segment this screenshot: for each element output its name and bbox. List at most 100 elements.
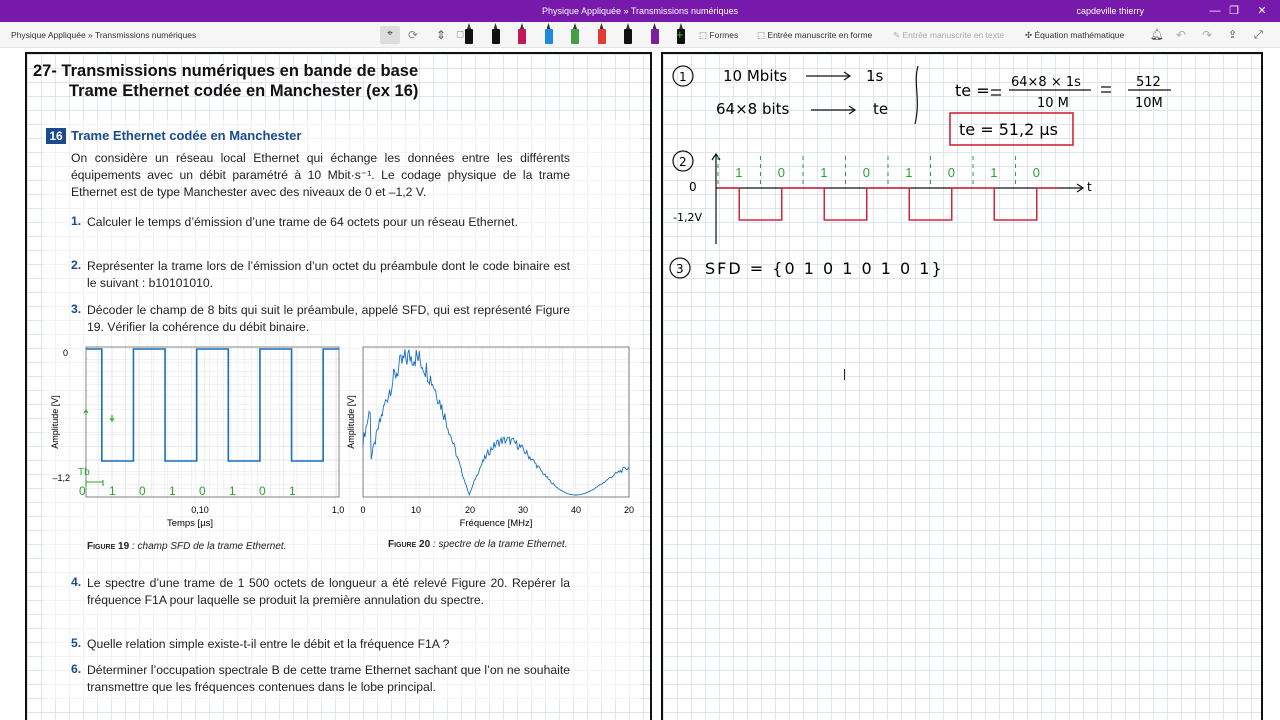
breadcrumb[interactable]: Physique Appliquée » Transmissions numér…: [11, 30, 196, 40]
minimize-button[interactable]: —: [1205, 2, 1225, 20]
bell-icon[interactable]: 🔔︎: [1150, 27, 1164, 43]
shapes-label: Formes: [709, 30, 739, 40]
q2-bit-label: 0: [948, 165, 955, 180]
exercise-heading: 27- Transmissions numériques en bande de…: [33, 62, 419, 80]
q1-result: te = 51,2 µs: [959, 120, 1058, 139]
share-icon[interactable]: ⇪: [1228, 27, 1237, 43]
q2-number: 2: [679, 155, 687, 169]
fig19-plot-area: [85, 346, 340, 498]
q1-number: 1: [679, 70, 687, 84]
question-number: 5.: [71, 636, 82, 650]
shapes-button[interactable]: ⬚ Formes: [699, 27, 738, 43]
q1-eq-lhs: te =: [955, 81, 990, 100]
q1-line2-left: 64×8 bits: [716, 100, 790, 118]
fig19-x-tick: 1,0: [332, 505, 345, 515]
question-number: 6.: [71, 662, 82, 676]
fig20-caption: Figure 20 : spectre de la trame Ethernet…: [388, 539, 567, 550]
q1-frac1-num: 64×8 × 1s: [1011, 75, 1081, 90]
fig20-plot-area: [362, 346, 630, 498]
fig19-caption: Figure 19 : champ SFD de la trame Ethern…: [87, 541, 286, 552]
pen-1-icon[interactable]: [464, 23, 474, 45]
handwritten-notes[interactable]: 1 2 3 10 Mbits 1s 64×8 bits te te = 64×8…: [663, 54, 1261, 354]
exercise-intro: On considère un réseau local Ethernet qu…: [71, 151, 570, 199]
question-text: Déterminer l’occupation spectrale B de c…: [87, 663, 570, 694]
q2-bit-label: 1: [735, 165, 742, 180]
expand-icon[interactable]: ⤢: [1254, 27, 1263, 43]
select-tool-icon[interactable]: ⌖: [380, 26, 400, 44]
q2-level-zero: 0: [689, 180, 697, 194]
question-text: Le spectre d’une trame de 1 500 octets d…: [87, 576, 570, 607]
question-number: 1.: [71, 214, 82, 228]
fig19-bits-annotation: 0 1 0 1 0 1 0 1: [79, 484, 306, 498]
figures: Amplitude [V] 0 –1,2 0,10 1,0 Temps [µs]…: [50, 346, 634, 529]
q2-bit-label: 1: [990, 165, 997, 180]
question-text: Décoder le champ de 8 bits qui suit le p…: [87, 303, 570, 334]
fig20-y-axis-label: Amplitude [V]: [346, 395, 356, 449]
ink-shape-icon: ⬚: [757, 30, 768, 40]
fig19-x-tick: 0,10: [191, 505, 209, 515]
fig19-tb-annotation: Tb: [78, 467, 90, 478]
fig19-y-axis-label: Amplitude [V]: [50, 395, 60, 449]
pen-3-icon[interactable]: [517, 23, 527, 45]
question-text: Représenter la trame lors de l’émission …: [87, 259, 570, 290]
maximize-button[interactable]: ❐: [1224, 2, 1244, 20]
fig20-x-tick: 30: [518, 505, 528, 515]
user-name[interactable]: capdeville thierry: [1076, 6, 1144, 16]
pen-8-icon[interactable]: [650, 23, 660, 45]
text-cursor: [844, 369, 845, 380]
q1-frac2-num: 512: [1136, 75, 1161, 90]
title-bar: Physique Appliquée » Transmissions numér…: [0, 0, 1280, 22]
question-text: Calculer le temps d’émission d’une trame…: [87, 215, 518, 229]
pen-4-icon[interactable]: [544, 23, 554, 45]
close-button[interactable]: ✕: [1252, 2, 1272, 20]
question-number: 4.: [71, 575, 82, 589]
fig20-x-axis-label: Fréquence [MHz]: [460, 518, 533, 529]
q1-line2-right: te: [873, 100, 888, 118]
question-number: 3.: [71, 302, 82, 316]
fig20-caption-text: : spectre de la trame Ethernet.: [430, 539, 568, 550]
q2-bit-label: 0: [778, 165, 785, 180]
question-text: Quelle relation simple existe-t-il entre…: [87, 637, 450, 651]
add-pen-icon[interactable]: +: [676, 27, 684, 43]
q2-bit-label: 1: [905, 165, 912, 180]
fig19-y-tick: 0: [63, 348, 68, 358]
q1-line1-left: 10 Mbits: [723, 67, 787, 85]
draw-toolbar: Physique Appliquée » Transmissions numér…: [0, 22, 1280, 48]
question-number: 2.: [71, 258, 82, 272]
exercise-title: Trame Ethernet codée en Manchester: [71, 128, 302, 143]
fig19-caption-text: : champ SFD de la trame Ethernet.: [129, 541, 287, 552]
pen-7-icon[interactable]: [623, 23, 633, 45]
exercise-number-badge: 16: [46, 128, 66, 144]
equation-label: Équation mathématique: [1034, 30, 1125, 40]
q2-bit-label: 1: [820, 165, 827, 180]
fig20-x-tick: 20: [624, 505, 634, 515]
pen-5-icon[interactable]: [570, 23, 580, 45]
q2-bit-labels: 1 0 1 0 1 0 1 0: [717, 156, 1040, 184]
fig20-x-tick: 20: [465, 505, 475, 515]
q2-level-low: -1,2V: [673, 211, 702, 224]
lasso-icon[interactable]: ⟳: [408, 27, 418, 43]
redo-icon[interactable]: ↷: [1202, 27, 1212, 43]
pen-6-icon[interactable]: [597, 23, 607, 45]
q3-sfd-decode: SFD = {0 1 0 1 0 1 0 1}: [705, 259, 944, 278]
fig20-x-tick: 0: [360, 505, 365, 515]
ink-to-text-button[interactable]: ✎ Entrée manuscrite en texte: [893, 27, 1004, 43]
fig19-caption-label: Figure 19: [87, 541, 130, 552]
exercise-subheading: Trame Ethernet codée en Manchester (ex 1…: [69, 82, 419, 100]
q2-bit-label: 0: [1033, 165, 1040, 180]
math-equation-button[interactable]: ✣ Équation mathématique: [1025, 27, 1124, 43]
ink-to-shape-label: Entrée manuscrite en forme: [767, 30, 873, 40]
shapes-icon: ⬚: [699, 30, 710, 40]
fig20-x-tick: 10: [411, 505, 421, 515]
undo-icon[interactable]: ↶: [1176, 27, 1186, 43]
ink-to-shape-button[interactable]: ⬚ Entrée manuscrite en forme: [757, 27, 872, 43]
q2-bit-label: 0: [863, 165, 870, 180]
fig20-caption-label: Figure 20: [388, 539, 431, 550]
ink-to-text-label: Entrée manuscrite en texte: [902, 30, 1005, 40]
q1-frac1-den: 10 M: [1037, 96, 1069, 111]
q2-signal-path: [718, 187, 1058, 221]
q1-frac2-den: 10M: [1135, 96, 1163, 111]
pen-2-icon[interactable]: [491, 23, 501, 45]
add-space-icon[interactable]: ⇕: [436, 27, 446, 43]
q2-axis-t: t: [1087, 180, 1092, 194]
